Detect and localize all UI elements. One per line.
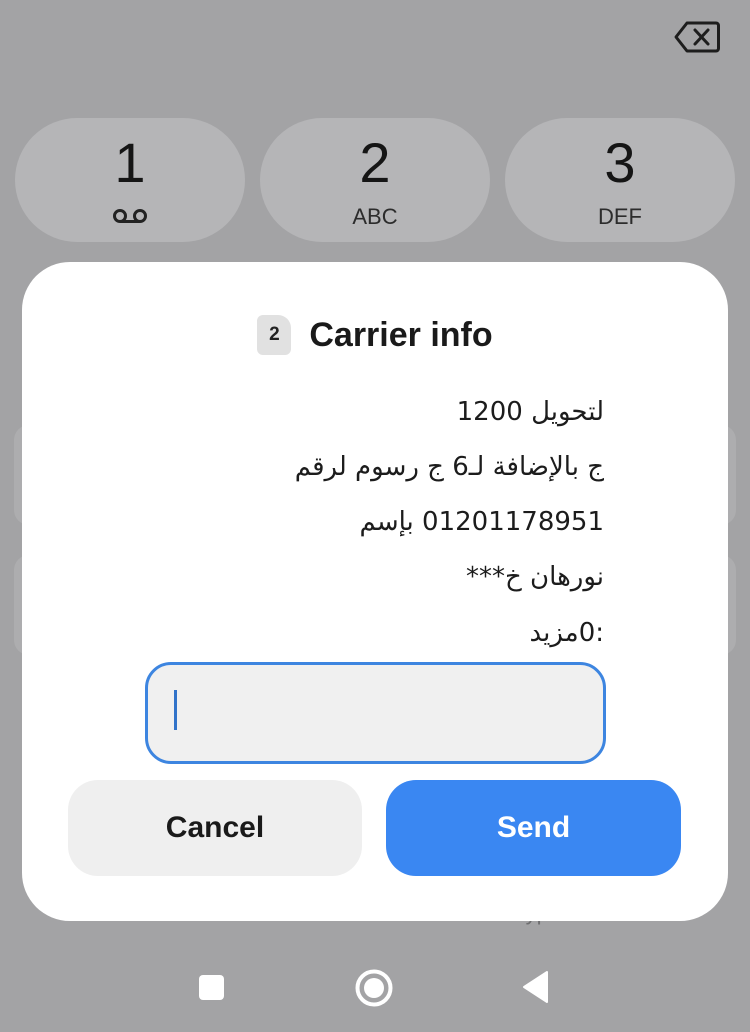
key-letters: DEF: [598, 204, 642, 229]
text-caret: [174, 690, 177, 730]
cancel-button[interactable]: Cancel: [68, 780, 362, 876]
back-triangle-icon[interactable]: [521, 970, 549, 1004]
message-line: 01201178951 بإسم: [359, 507, 604, 537]
message-line: لتحويل 1200: [456, 397, 604, 427]
sim-2-badge-icon: 2: [257, 315, 292, 355]
backspace-icon[interactable]: [674, 20, 720, 54]
message-line: ج بالإضافة لـ6 ج رسوم لرقم: [294, 452, 604, 482]
carrier-info-dialog: 2 Carrier info لتحويل 1200 ج بالإضافة لـ…: [22, 262, 728, 921]
voicemail-icon: [113, 209, 147, 223]
dialog-title-text: Carrier info: [309, 315, 493, 354]
message-line: :0مزيد: [529, 618, 604, 648]
dial-key-3[interactable]: 3 DEF: [505, 118, 735, 242]
circle-icon[interactable]: [355, 969, 393, 1007]
dial-key-2[interactable]: 2 ABC: [260, 118, 490, 242]
message-line: نورهان خ***: [466, 562, 604, 592]
dial-key-1[interactable]: 1: [15, 118, 245, 242]
square-icon[interactable]: [199, 975, 224, 1000]
key-digit: 3: [604, 131, 636, 194]
key-digit: 1: [114, 131, 146, 194]
system-nav-bar: [0, 940, 750, 1032]
dialog-title: 2 Carrier info: [22, 310, 728, 360]
key-digit: 2: [359, 131, 391, 194]
send-button[interactable]: Send: [386, 780, 681, 876]
reply-input[interactable]: [145, 662, 606, 764]
key-letters: ABC: [352, 204, 398, 229]
